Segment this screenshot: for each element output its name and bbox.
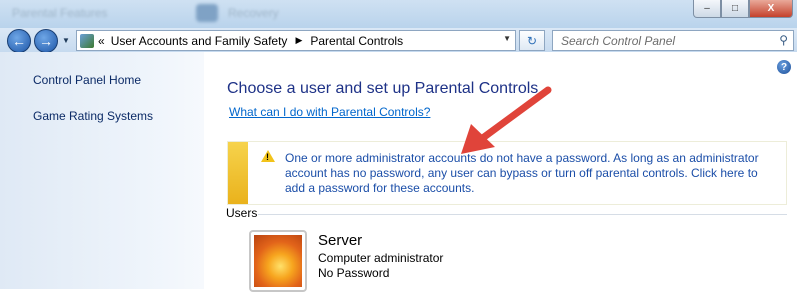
control-panel-icon: [80, 33, 94, 48]
warning-message[interactable]: One or more administrator accounts do no…: [285, 151, 765, 196]
user-avatar[interactable]: [249, 230, 307, 292]
sidebar-item-game-rating-systems[interactable]: Game Rating Systems: [33, 109, 153, 123]
warning-icon: !: [261, 150, 275, 162]
forward-button[interactable]: →: [34, 29, 58, 53]
page-title: Choose a user and set up Parental Contro…: [227, 80, 539, 97]
sidebar-item-control-panel-home[interactable]: Control Panel Home: [33, 73, 141, 87]
users-header: Users: [226, 206, 258, 220]
divider: [258, 214, 787, 215]
search-placeholder: Search Control Panel: [561, 34, 676, 48]
chevron-right-icon[interactable]: ▶: [295, 35, 302, 46]
recovery-icon: [196, 4, 218, 22]
help-link[interactable]: What can I do with Parental Controls?: [229, 105, 430, 119]
warning-banner[interactable]: ! One or more administrator accounts do …: [227, 141, 787, 205]
arrow-left-icon: ←: [12, 33, 26, 49]
breadcrumb-overflow[interactable]: «: [98, 34, 105, 48]
warning-bar: [228, 142, 248, 204]
background-tab-label: Recovery: [228, 6, 279, 20]
chevron-down-icon[interactable]: ▼: [503, 34, 511, 43]
refresh-button[interactable]: ↻: [519, 30, 545, 51]
user-role: Computer administrator: [318, 251, 444, 265]
close-button[interactable]: X: [749, 0, 793, 18]
window-controls: – □ X: [693, 0, 793, 18]
navigation-bar: ← → ▼ « User Accounts and Family Safety …: [0, 28, 797, 53]
search-icon[interactable]: ⚲: [779, 33, 788, 47]
user-password-status: No Password: [318, 266, 390, 280]
title-bar: Parental Features Recovery – □ X: [0, 0, 797, 28]
recent-pages-dropdown[interactable]: ▼: [62, 36, 70, 45]
breadcrumb-parental-controls[interactable]: Parental Controls: [310, 34, 403, 48]
main-content: ? Choose a user and set up Parental Cont…: [204, 52, 797, 292]
background-tab-label: Parental Features: [12, 6, 108, 20]
sidebar: Control Panel Home Game Rating Systems: [0, 52, 204, 289]
refresh-icon: ↻: [526, 33, 538, 48]
breadcrumb-user-accounts[interactable]: User Accounts and Family Safety: [111, 34, 288, 48]
user-name[interactable]: Server: [318, 232, 362, 249]
flower-picture-icon: [254, 235, 302, 287]
address-bar[interactable]: « User Accounts and Family Safety ▶ Pare…: [76, 30, 516, 51]
help-icon[interactable]: ?: [777, 60, 791, 74]
minimize-button[interactable]: –: [693, 0, 721, 18]
maximize-button[interactable]: □: [721, 0, 749, 18]
back-button[interactable]: ←: [7, 29, 31, 53]
arrow-right-icon: →: [39, 33, 53, 49]
search-input[interactable]: Search Control Panel ⚲: [552, 30, 794, 51]
